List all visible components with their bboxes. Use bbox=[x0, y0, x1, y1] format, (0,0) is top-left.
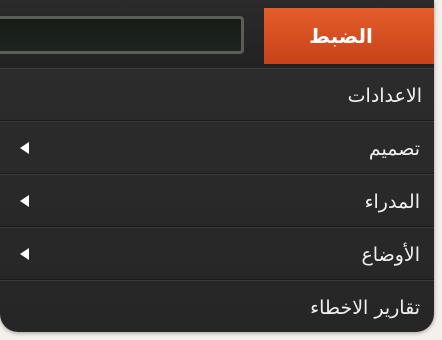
submenu-arrow-icon bbox=[20, 195, 29, 207]
menu-item-admins[interactable]: المدراء bbox=[0, 174, 434, 227]
menu-item-modes[interactable]: الأوضاع bbox=[0, 227, 434, 280]
submenu-arrow-icon bbox=[20, 248, 29, 260]
menu-item-label: تصميم bbox=[368, 137, 420, 160]
submenu-arrow-icon bbox=[20, 142, 29, 154]
app-frame: الضبط الاعدادات تصميم المدراء الأوضاع تق… bbox=[0, 0, 434, 332]
menu-item-label: تقارير الاخطاء bbox=[310, 296, 420, 319]
menu-item-error-reports[interactable]: تقارير الاخطاء bbox=[0, 280, 434, 332]
menu-item-settings[interactable]: الاعدادات bbox=[0, 68, 434, 121]
menu-item-label: الأوضاع bbox=[361, 243, 420, 266]
tab-control[interactable]: الضبط bbox=[264, 8, 434, 64]
top-bar: الضبط bbox=[0, 0, 434, 68]
menu-list: الاعدادات تصميم المدراء الأوضاع تقارير ا… bbox=[0, 68, 434, 332]
search-input[interactable] bbox=[0, 16, 244, 54]
menu-item-label: المدراء bbox=[364, 190, 420, 213]
menu-item-label: الاعدادات bbox=[347, 84, 422, 107]
menu-item-design[interactable]: تصميم bbox=[0, 121, 434, 174]
